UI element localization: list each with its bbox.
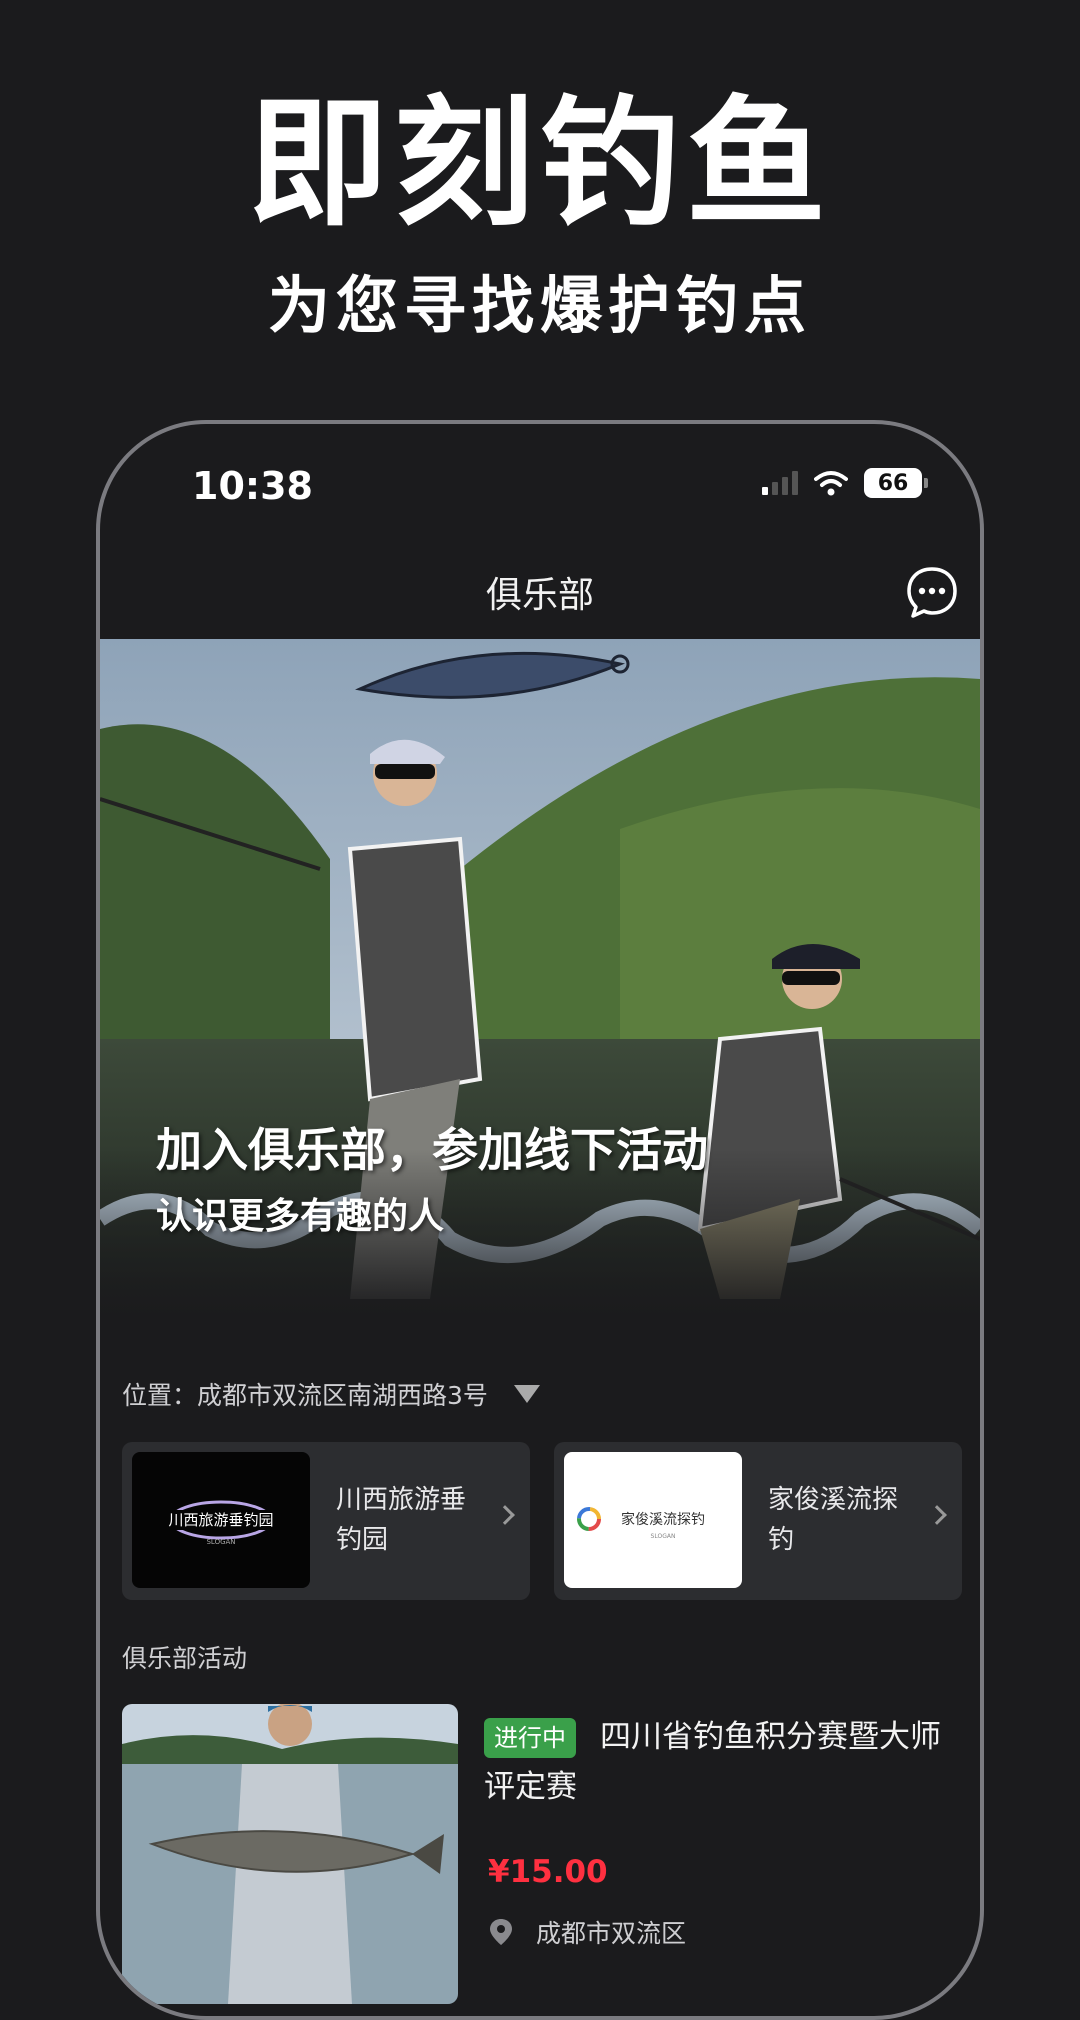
chat-bubble-icon[interactable]	[904, 564, 960, 620]
svg-text:SLOGAN: SLOGAN	[206, 1538, 235, 1546]
nav-bar: 俱乐部	[100, 554, 980, 634]
activity-photo	[122, 1704, 458, 2004]
section-title: 俱乐部活动	[122, 1644, 248, 1673]
caret-down-icon	[513, 1385, 540, 1403]
club-logo: 川西旅游垂钓园 SLOGAN	[132, 1452, 310, 1588]
activity-location: 成都市双流区	[486, 1914, 686, 1950]
club-logo-graphic: 川西旅游垂钓园 SLOGAN	[155, 1500, 287, 1546]
chevron-right-icon	[495, 1505, 515, 1525]
status-bar: 10:38 66	[100, 424, 980, 534]
signal-icon	[762, 471, 798, 495]
club-logo: 家俊溪流探钓 SLOGAN	[564, 1452, 742, 1588]
club-name: 川西旅游垂钓园	[336, 1485, 467, 1555]
phone-frame: 10:38 66 俱乐部 加入俱乐部，参加线下活动 认识更多有趣的人 位置：成都…	[96, 420, 984, 2020]
status-badge: 进行中	[484, 1718, 576, 1758]
activity-card[interactable]: 四川省钓鱼积分赛暨大师评定赛 进行中 ¥15.00 成都市双流区	[122, 1704, 980, 2016]
club-card[interactable]: 川西旅游垂钓园 SLOGAN 川西旅游垂钓园	[122, 1442, 530, 1600]
activity-price: ¥15.00	[488, 1854, 608, 1890]
location-label: 位置：成都市双流区南湖西路3号	[122, 1381, 488, 1410]
club-logo-graphic: 家俊溪流探钓 SLOGAN	[577, 1507, 705, 1540]
svg-text:川西旅游垂钓园: 川西旅游垂钓园	[168, 1511, 273, 1529]
promo-title: 即刻钓鱼	[247, 83, 832, 246]
location-pin-icon	[490, 1919, 512, 1945]
svg-text:家俊溪流探钓: 家俊溪流探钓	[621, 1511, 705, 1528]
page-title: 俱乐部	[485, 575, 594, 616]
wifi-icon	[814, 471, 848, 496]
hero-headline: 加入俱乐部，参加线下活动	[156, 1123, 708, 1177]
hero-banner[interactable]: 加入俱乐部，参加线下活动 认识更多有趣的人	[100, 639, 980, 1319]
club-name: 家俊溪流探钓	[768, 1485, 899, 1555]
club-list: 川西旅游垂钓园 SLOGAN 川西旅游垂钓园 家俊溪流探钓 SLOGAN 家俊溪…	[122, 1442, 980, 1602]
club-card[interactable]: 家俊溪流探钓 SLOGAN 家俊溪流探钓	[554, 1442, 962, 1600]
hero-subline: 认识更多有趣的人	[156, 1196, 445, 1237]
status-time: 10:38	[192, 464, 313, 508]
svg-text:SLOGAN: SLOGAN	[651, 1533, 676, 1540]
battery-icon: 66	[864, 468, 928, 498]
chevron-right-icon	[927, 1505, 947, 1525]
promo-subtitle: 为您寻找爆护钓点	[267, 269, 812, 342]
location-selector[interactable]: 位置：成都市双流区南湖西路3号	[122, 1374, 540, 1414]
activity-location-label: 成都市双流区	[536, 1919, 687, 1948]
